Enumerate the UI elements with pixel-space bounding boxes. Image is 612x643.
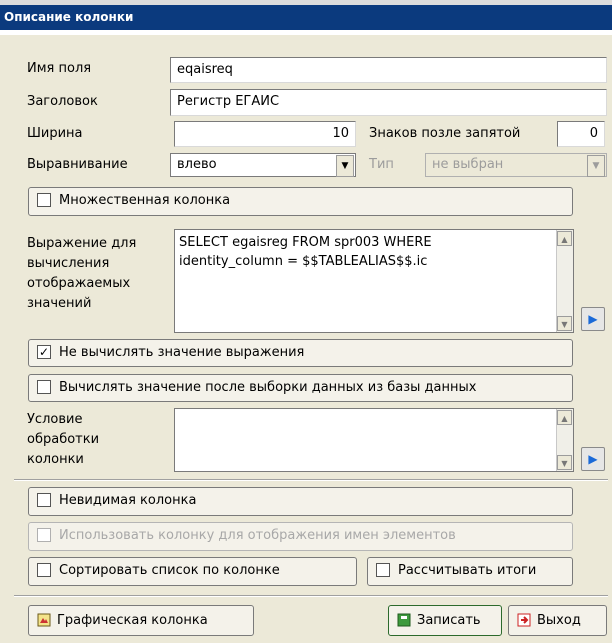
separator	[14, 479, 608, 481]
caption-input[interactable]: Регистр ЕГАИС	[170, 89, 607, 116]
expression-text-line: SELECT egaisreg FROM spr003 WHERE	[179, 235, 432, 250]
graphic-column-icon	[37, 613, 51, 626]
sort-label: Сортировать список по колонке	[59, 563, 280, 578]
expression-textarea[interactable]: SELECT egaisreg FROM spr003 WHERE identi…	[174, 229, 574, 333]
decimals-input[interactable]: 0	[557, 121, 605, 147]
invisible-column-checkbox[interactable]: Невидимая колонка	[28, 487, 573, 516]
field-name-label: Имя поля	[27, 61, 92, 76]
decimals-label: Знаков позле запятой	[369, 126, 521, 141]
checkbox-checked-icon: ✓	[37, 344, 51, 359]
expression-label: Выражение для вычисления отображаемых зн…	[27, 234, 136, 314]
scroll-up-icon[interactable]: ▲	[557, 231, 572, 246]
no-eval-label: Не вычислять значение выражения	[59, 345, 305, 360]
names-display-label: Использовать колонку для отображения име…	[59, 528, 456, 543]
condition-label-line: обработки	[27, 432, 100, 447]
type-label: Тип	[369, 157, 394, 172]
type-select: не выбран ▼	[425, 153, 607, 177]
invisible-column-label: Невидимая колонка	[59, 493, 197, 508]
align-label: Выравнивание	[27, 157, 128, 172]
multiple-column-label: Множественная колонка	[59, 193, 231, 208]
expression-text-line: identity_column = $$TABLEALIAS$$.ic	[179, 254, 428, 269]
separator	[14, 595, 608, 597]
caption-label: Заголовок	[27, 94, 98, 109]
dropdown-arrow-icon: ▼	[587, 155, 605, 177]
checkbox-icon	[376, 562, 390, 577]
condition-label-line: колонки	[27, 452, 84, 467]
exit-label: Выход	[537, 613, 581, 628]
expression-label-line: значений	[27, 296, 92, 311]
exit-icon	[517, 613, 531, 626]
checkbox-icon	[37, 379, 51, 394]
field-name-input[interactable]: eqaisreq	[170, 57, 607, 83]
scroll-up-icon[interactable]: ▲	[557, 410, 572, 425]
multiple-column-checkbox[interactable]: Множественная колонка	[28, 187, 573, 216]
dropdown-arrow-icon[interactable]: ▼	[336, 155, 354, 177]
align-value: влево	[177, 157, 217, 172]
window-title: Описание колонки	[0, 5, 612, 30]
graphic-column-label: Графическая колонка	[57, 613, 208, 628]
graphic-column-button[interactable]: Графическая колонка	[28, 605, 254, 636]
type-value: не выбран	[432, 157, 504, 172]
title-bar-area: Описание колонки	[0, 0, 612, 35]
play-icon[interactable]: ▶	[581, 447, 605, 471]
eval-after-label: Вычислять значение после выборки данных …	[59, 380, 477, 395]
condition-label-line: Условие	[27, 412, 83, 427]
totals-label: Рассчитывать итоги	[398, 563, 537, 578]
save-button[interactable]: Записать	[388, 605, 502, 636]
width-input[interactable]: 10	[174, 121, 356, 147]
expression-label-line: вычисления	[27, 256, 110, 271]
expression-label-line: отображаемых	[27, 276, 131, 291]
no-eval-checkbox[interactable]: ✓ Не вычислять значение выражения	[28, 339, 573, 367]
sort-checkbox[interactable]: Сортировать список по колонке	[28, 557, 357, 586]
align-select[interactable]: влево ▼	[170, 153, 356, 177]
scroll-down-icon[interactable]: ▼	[557, 455, 572, 470]
totals-checkbox[interactable]: Рассчитывать итоги	[367, 557, 573, 586]
checkbox-icon	[37, 562, 51, 577]
save-icon	[397, 613, 411, 626]
expression-scrollbar[interactable]: ▲ ▼	[556, 230, 573, 332]
checkbox-icon	[37, 192, 51, 207]
save-label: Записать	[417, 613, 481, 628]
eval-after-checkbox[interactable]: Вычислять значение после выборки данных …	[28, 374, 573, 402]
condition-label: Условие обработки колонки	[27, 410, 99, 470]
exit-button[interactable]: Выход	[508, 605, 607, 636]
condition-scrollbar[interactable]: ▲ ▼	[556, 409, 573, 471]
width-label: Ширина	[27, 126, 83, 141]
condition-textarea[interactable]: ▲ ▼	[174, 408, 574, 472]
checkbox-icon	[37, 527, 51, 542]
checkbox-icon	[37, 492, 51, 507]
play-icon[interactable]: ▶	[581, 307, 605, 331]
expression-label-line: Выражение для	[27, 236, 137, 251]
names-display-checkbox: Использовать колонку для отображения име…	[28, 522, 573, 551]
scroll-down-icon[interactable]: ▼	[557, 316, 572, 331]
